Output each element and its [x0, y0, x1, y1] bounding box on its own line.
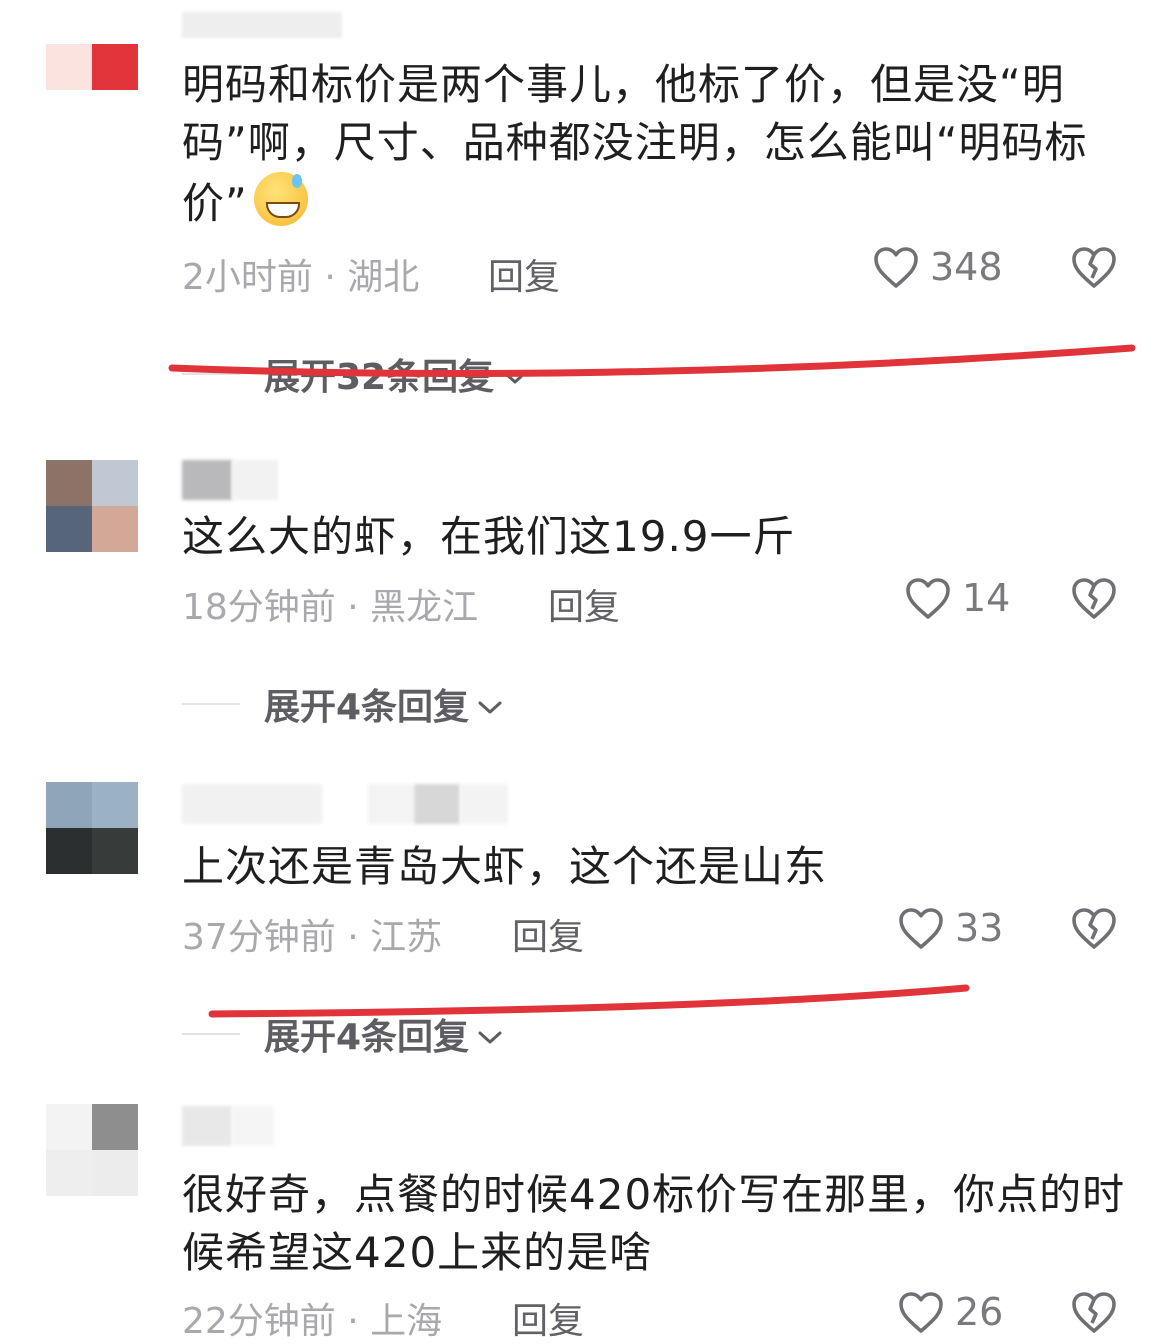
heart-icon [897, 905, 945, 951]
like-button[interactable]: 26 [897, 1289, 1003, 1335]
location: 上海 [370, 1301, 443, 1342]
avatar[interactable] [46, 460, 138, 552]
meta-separator: · [335, 1301, 371, 1342]
like-count: 33 [955, 906, 1004, 950]
meta-separator: · [335, 587, 371, 628]
divider-line [182, 373, 240, 375]
meta-separator: · [312, 257, 348, 298]
reply-button[interactable]: 回复 [488, 248, 560, 300]
chevron-down-icon [477, 684, 503, 725]
username-blurred[interactable] [232, 460, 278, 500]
like-button[interactable]: 348 [872, 244, 1003, 290]
comment-text: 很好奇，点餐的时候420标价写在那里，你点的时候希望这420上来的是啥 [182, 1170, 1126, 1277]
heart-icon [872, 244, 920, 290]
location: 江苏 [370, 917, 443, 958]
username-blurred[interactable] [368, 784, 414, 824]
divider-line [182, 703, 240, 705]
like-button[interactable]: 14 [904, 575, 1010, 621]
broken-heart-icon[interactable] [1070, 1289, 1118, 1335]
like-count: 348 [930, 245, 1003, 289]
comment-text: 上次还是青岛大虾，这个还是山东 [182, 842, 828, 891]
location: 黑龙江 [370, 587, 479, 628]
location: 湖北 [347, 257, 420, 298]
like-button[interactable]: 33 [897, 905, 1003, 951]
chevron-down-icon [477, 1014, 503, 1055]
username-blurred[interactable] [182, 784, 322, 824]
comment-text: 明码和标价是两个事儿，他标了价，但是没“明码”啊，尺寸、品种都没注明，怎么能叫“… [182, 60, 1088, 228]
username-blurred[interactable] [182, 460, 232, 500]
divider-line [182, 1033, 240, 1035]
username-blurred[interactable] [232, 1106, 274, 1146]
broken-heart-icon[interactable] [1070, 575, 1118, 621]
reply-button[interactable]: 回复 [548, 578, 620, 630]
username-blurred[interactable] [460, 784, 508, 824]
like-count: 26 [955, 1290, 1004, 1334]
username-blurred[interactable] [182, 12, 342, 38]
expand-replies-button[interactable]: 展开4条回复 [182, 1008, 503, 1060]
timestamp: 18分钟前 [182, 587, 336, 628]
timestamp: 2小时前 [182, 257, 313, 298]
comment-meta: 2小时前 · 湖北 [182, 248, 419, 300]
reply-button[interactable]: 回复 [512, 1292, 584, 1344]
avatar[interactable] [46, 44, 138, 136]
expand-replies-button[interactable]: 展开32条回复 [182, 348, 528, 400]
comment-meta: 18分钟前 · 黑龙江 [182, 578, 478, 630]
avatar[interactable] [46, 782, 138, 874]
comment-text: 这么大的虾，在我们这19.9一斤 [182, 512, 796, 561]
comment-meta: 37分钟前 · 江苏 [182, 908, 442, 960]
chevron-down-icon [502, 354, 528, 395]
timestamp: 22分钟前 [182, 1301, 336, 1342]
comment-meta: 22分钟前 · 上海 [182, 1292, 442, 1344]
broken-heart-icon[interactable] [1070, 244, 1118, 290]
meta-separator: · [335, 917, 371, 958]
reply-button[interactable]: 回复 [512, 908, 584, 960]
heart-icon [897, 1289, 945, 1335]
heart-icon [904, 575, 952, 621]
expand-replies-button[interactable]: 展开4条回复 [182, 678, 503, 730]
username-blurred[interactable] [182, 1106, 232, 1146]
timestamp: 37分钟前 [182, 917, 336, 958]
username-blurred[interactable] [414, 784, 460, 824]
broken-heart-icon[interactable] [1070, 905, 1118, 951]
avatar[interactable] [46, 1104, 138, 1196]
like-count: 14 [962, 576, 1011, 620]
sweat-grin-emoji-icon [253, 172, 308, 226]
